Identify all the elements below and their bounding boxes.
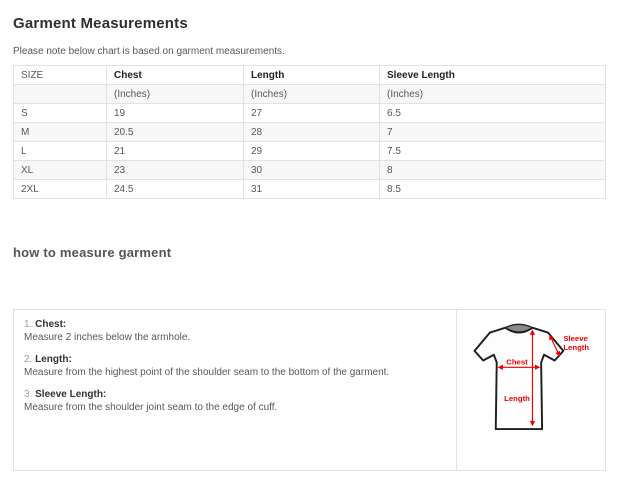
chest-cell: 19 bbox=[107, 104, 244, 123]
step-label: Length: bbox=[35, 354, 72, 365]
chest-cell: 24.5 bbox=[107, 180, 244, 199]
step-label: Sleeve Length: bbox=[35, 389, 106, 400]
sleeve-length-label-line1: Sleeve bbox=[563, 334, 588, 343]
chest-cell: 21 bbox=[107, 142, 244, 161]
sleeve-cell: 7.5 bbox=[380, 142, 606, 161]
garment-measurements-page: Garment Measurements Please note below c… bbox=[0, 0, 625, 471]
step-number: 1. bbox=[24, 319, 32, 330]
step-label: Chest: bbox=[35, 319, 66, 330]
table-row: L 21 29 7.5 bbox=[14, 142, 606, 161]
units-cell: (Inches) bbox=[107, 85, 244, 104]
length-arrow-label: Length bbox=[504, 394, 530, 403]
table-row: S 19 27 6.5 bbox=[14, 104, 606, 123]
length-cell: 28 bbox=[244, 123, 380, 142]
length-cell: 30 bbox=[244, 161, 380, 180]
step-number: 2. bbox=[24, 354, 32, 365]
column-header-sleeve-length: Sleeve Length bbox=[380, 66, 606, 85]
units-cell: (Inches) bbox=[380, 85, 606, 104]
table-header-row: SIZE Chest Length Sleeve Length bbox=[14, 66, 606, 85]
chest-cell: 23 bbox=[107, 161, 244, 180]
step-description: Measure 2 inches below the armhole. bbox=[24, 331, 444, 344]
sleeve-cell: 7 bbox=[380, 123, 606, 142]
units-cell: (Inches) bbox=[244, 85, 380, 104]
size-cell: S bbox=[14, 104, 107, 123]
column-header-chest: Chest bbox=[107, 66, 244, 85]
size-cell: M bbox=[14, 123, 107, 142]
how-to-measure-box: 1. Chest: Measure 2 inches below the arm… bbox=[13, 309, 606, 471]
table-row: 2XL 24.5 31 8.5 bbox=[14, 180, 606, 199]
chart-note: Please note below chart is based on garm… bbox=[13, 46, 625, 57]
how-to-measure-heading: how to measure garment bbox=[13, 245, 625, 260]
measure-step-sleeve-length: 3. Sleeve Length: Measure from the shoul… bbox=[24, 388, 444, 414]
length-cell: 31 bbox=[244, 180, 380, 199]
length-cell: 27 bbox=[244, 104, 380, 123]
page-title: Garment Measurements bbox=[13, 15, 625, 32]
units-row: (Inches) (Inches) (Inches) bbox=[14, 85, 606, 104]
units-cell bbox=[14, 85, 107, 104]
measure-step-chest: 1. Chest: Measure 2 inches below the arm… bbox=[24, 318, 444, 344]
sleeve-cell: 8.5 bbox=[380, 180, 606, 199]
step-number: 3. bbox=[24, 389, 32, 400]
tshirt-outline bbox=[475, 328, 564, 429]
column-header-length: Length bbox=[244, 66, 380, 85]
instructions-cell: 1. Chest: Measure 2 inches below the arm… bbox=[14, 310, 457, 471]
chest-cell: 20.5 bbox=[107, 123, 244, 142]
size-cell: 2XL bbox=[14, 180, 107, 199]
table-row: M 20.5 28 7 bbox=[14, 123, 606, 142]
step-description: Measure from the shoulder joint seam to … bbox=[24, 401, 444, 414]
chest-arrow-label: Chest bbox=[506, 357, 528, 366]
diagram-cell: Chest Length Sleeve Length bbox=[457, 310, 606, 471]
sleeve-cell: 6.5 bbox=[380, 104, 606, 123]
sleeve-cell: 8 bbox=[380, 161, 606, 180]
sleeve-length-label-line2: Length bbox=[563, 343, 589, 352]
measure-step-length: 2. Length: Measure from the highest poin… bbox=[24, 353, 444, 379]
tshirt-measure-diagram-icon: Chest Length Sleeve Length bbox=[461, 314, 601, 464]
size-cell: L bbox=[14, 142, 107, 161]
size-cell: XL bbox=[14, 161, 107, 180]
step-description: Measure from the highest point of the sh… bbox=[24, 366, 444, 379]
length-cell: 29 bbox=[244, 142, 380, 161]
size-chart-table: SIZE Chest Length Sleeve Length (Inches)… bbox=[13, 65, 606, 199]
table-row: XL 23 30 8 bbox=[14, 161, 606, 180]
column-header-size: SIZE bbox=[14, 66, 107, 85]
